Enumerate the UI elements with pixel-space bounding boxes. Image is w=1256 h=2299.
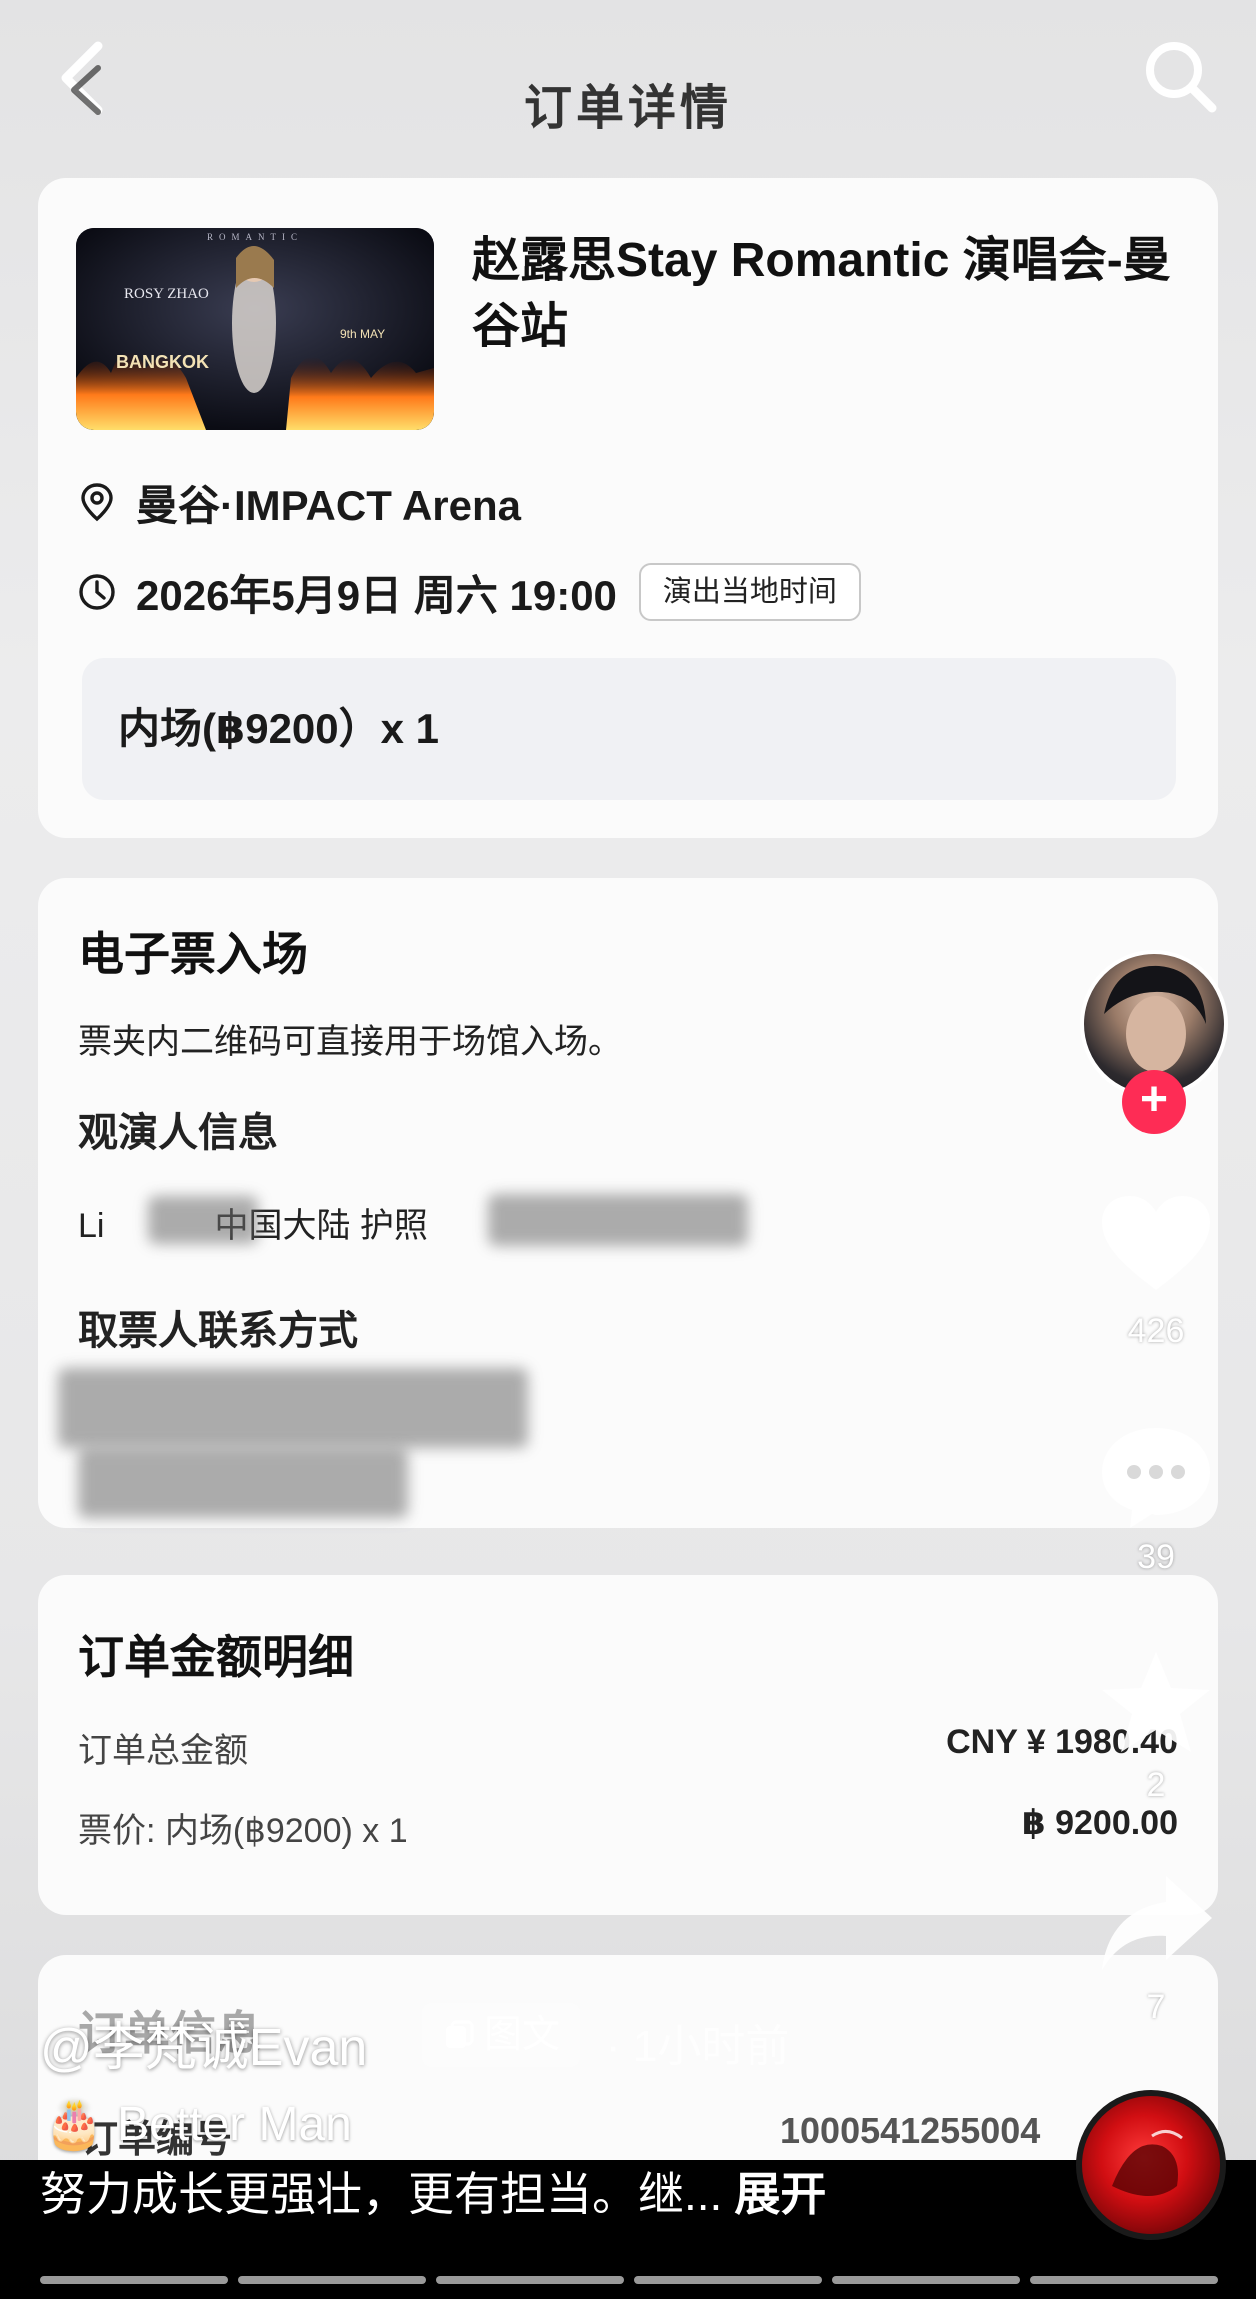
progress-segment <box>436 2276 624 2284</box>
favorite-count: 2 <box>1146 1766 1166 1804</box>
search-icon <box>1146 42 1217 113</box>
location-pin-icon <box>81 483 113 522</box>
post-caption: 努力成长更强壮，更有担当。继... 展开 <box>40 2158 826 2224</box>
share-button[interactable] <box>1096 1870 1216 1985</box>
music-disc[interactable] <box>1076 2090 1226 2240</box>
share-icon <box>1102 1876 1212 1970</box>
poster-date: 9th MAY <box>340 327 385 341</box>
progress-segment <box>238 2276 426 2284</box>
venue-text: 曼谷·IMPACT Arena <box>136 481 522 529</box>
expand-button[interactable]: 展开 <box>734 2168 826 2220</box>
poster-artist: ROSY ZHAO <box>124 286 209 302</box>
progress-segment <box>1030 2276 1218 2284</box>
page-title: 订单详情 <box>523 82 732 135</box>
eticket-desc: 票夹内二维码可直接用于场馆入场。 <box>78 1023 622 1061</box>
nav-header: 订单详情 <box>0 0 1256 170</box>
favorite-button[interactable] <box>1096 1648 1216 1763</box>
progress-segment <box>832 2276 1020 2284</box>
like-count: 426 <box>1127 1312 1185 1350</box>
price-label: 票价: 内场(฿9200) x 1 <box>78 1812 408 1850</box>
datetime-text: 2026年5月9日 周六 19:00 <box>136 571 617 619</box>
poster-city: BANGKOK <box>116 352 209 372</box>
venue-row[interactable]: 曼谷·IMPACT Arena <box>76 474 521 530</box>
order-number: 1000541255004 <box>780 2110 1041 2151</box>
eticket-card: 电子票入场 票夹内二维码可直接用于场馆入场。 观演人信息 Li 中国大陆 护照 取… <box>38 878 1218 1528</box>
ticket-summary: 内场(฿9200）x 1 <box>82 658 1176 800</box>
clock-icon <box>79 574 115 610</box>
star-icon <box>1102 1652 1210 1752</box>
progress-segment <box>634 2276 822 2284</box>
search-button[interactable] <box>1140 36 1220 116</box>
poster-image: ROMANTIC ROSY ZHAO BANGKOK 9th MAY <box>76 228 434 430</box>
contact-title: 取票人联系方式 <box>78 1309 358 1353</box>
attendee-name: Li <box>78 1207 105 1245</box>
comment-count: 39 <box>1137 1538 1175 1576</box>
local-time-badge[interactable]: 演出当地时间 <box>638 563 861 621</box>
author-name[interactable]: @李梵诚Evan <box>40 2005 367 2080</box>
price-row: 票价: 内场(฿9200) x 1 ฿ 9200.00 <box>78 1803 1178 1857</box>
like-button[interactable] <box>1096 1190 1216 1305</box>
comment-button[interactable] <box>1096 1420 1216 1535</box>
music-title[interactable]: 🎂 Better Man <box>44 2095 352 2152</box>
post-type-label: 图文 <box>484 2014 561 2056</box>
post-time: · 1小时前 <box>606 2022 790 2071</box>
share-count: 7 <box>1146 1988 1166 2026</box>
heart-icon <box>1102 1196 1210 1290</box>
image-text-icon <box>446 2020 474 2048</box>
redaction-blur <box>148 1196 258 1244</box>
caption-text: 努力成长更强壮，更有担当。继... <box>40 2168 723 2220</box>
eticket-title: 电子票入场 <box>78 928 308 980</box>
amount-title: 订单金额明细 <box>78 1631 354 1683</box>
post-type-tag: 图文 <box>422 2003 581 2067</box>
redaction-blur <box>58 1368 528 1448</box>
progress-segment <box>40 2276 228 2284</box>
poster-word-top: ROMANTIC <box>207 232 303 242</box>
redaction-blur <box>78 1448 408 1518</box>
comment-icon <box>1102 1428 1210 1528</box>
event-poster[interactable]: ROMANTIC ROSY ZHAO BANGKOK 9th MAY <box>76 228 434 430</box>
attendee-title: 观演人信息 <box>78 1111 278 1155</box>
event-title: 赵露思Stay Romantic 演唱会-曼谷站 <box>472 234 1171 353</box>
datetime-row: 2026年5月9日 周六 19:00 演出当地时间 <box>76 560 861 624</box>
ticket-text: 内场(฿9200）x 1 <box>118 705 440 752</box>
event-card[interactable]: ROMANTIC ROSY ZHAO BANGKOK 9th MAY 赵露思St… <box>38 178 1218 838</box>
total-row: 订单总金额 CNY ¥ 1980.40 <box>78 1723 1178 1777</box>
amount-card: 订单金额明细 订单总金额 CNY ¥ 1980.40 票价: 内场(฿9200)… <box>38 1575 1218 1915</box>
redaction-blur <box>488 1194 748 1246</box>
follow-button[interactable]: + <box>1122 1070 1186 1134</box>
music-cover-image <box>1112 2130 1183 2196</box>
total-label: 订单总金额 <box>78 1732 248 1770</box>
price-value: ฿ 9200.00 <box>1021 1804 1178 1842</box>
